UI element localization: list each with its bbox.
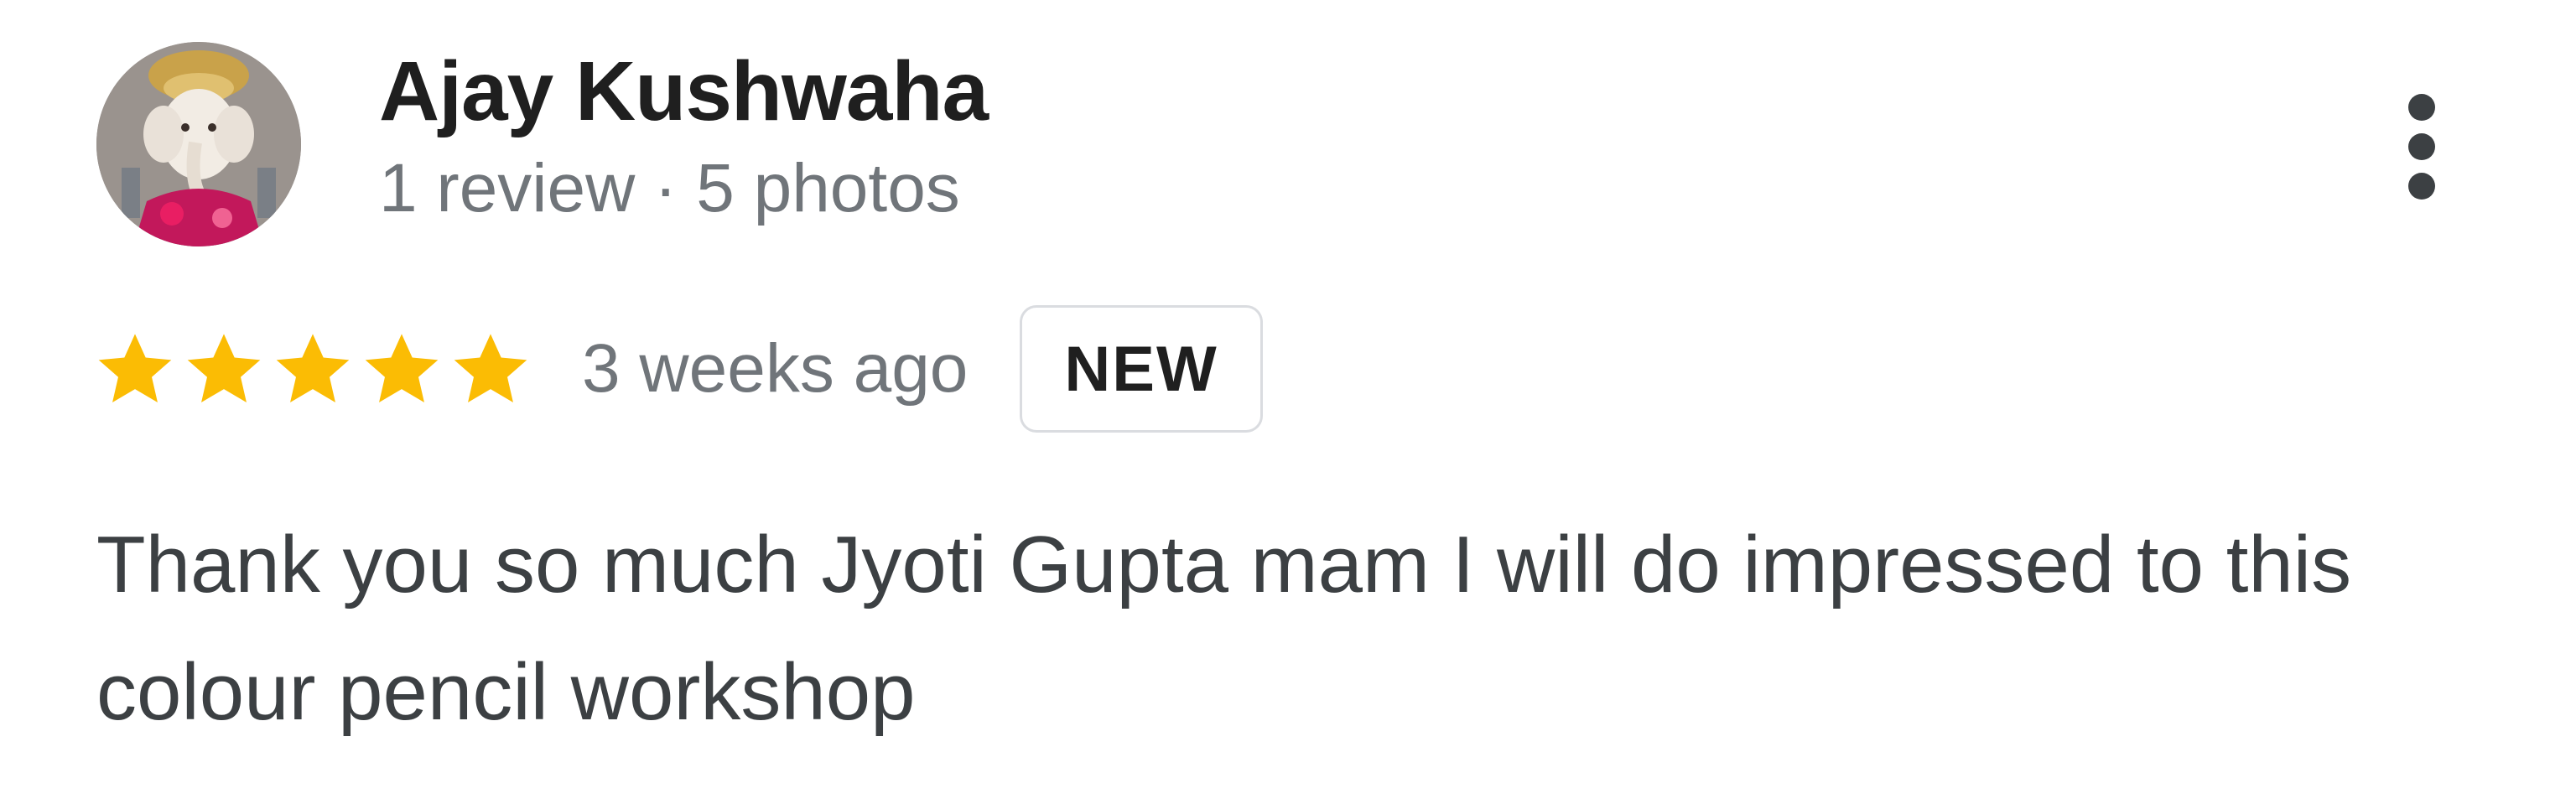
new-badge: NEW xyxy=(1020,305,1263,433)
rating-row: 3 weeks ago NEW xyxy=(94,302,1263,436)
review-text: Thank you so much Jyoti Gupta mam I will… xyxy=(96,520,2352,737)
star-icon xyxy=(276,334,350,403)
review-card: Ajay Kushwaha 1 review · 5 photos 3 week… xyxy=(0,0,2576,804)
star-icon xyxy=(365,334,439,403)
star-rating xyxy=(94,328,532,410)
more-vert-icon-dot xyxy=(2408,133,2435,160)
reviewer-name[interactable]: Ajay Kushwaha xyxy=(379,44,989,140)
star-icon xyxy=(454,334,527,403)
more-vert-icon-dot xyxy=(2408,94,2435,121)
star-icon xyxy=(187,334,261,403)
more-vert-icon-dot xyxy=(2408,173,2435,200)
more-options-button[interactable] xyxy=(2397,84,2447,210)
reviewer-avatar[interactable] xyxy=(96,42,301,246)
avatar-image xyxy=(96,42,301,246)
review-time: 3 weeks ago xyxy=(582,330,969,407)
reviewer-meta: 1 review · 5 photos xyxy=(379,150,960,226)
star-icon xyxy=(98,334,172,403)
